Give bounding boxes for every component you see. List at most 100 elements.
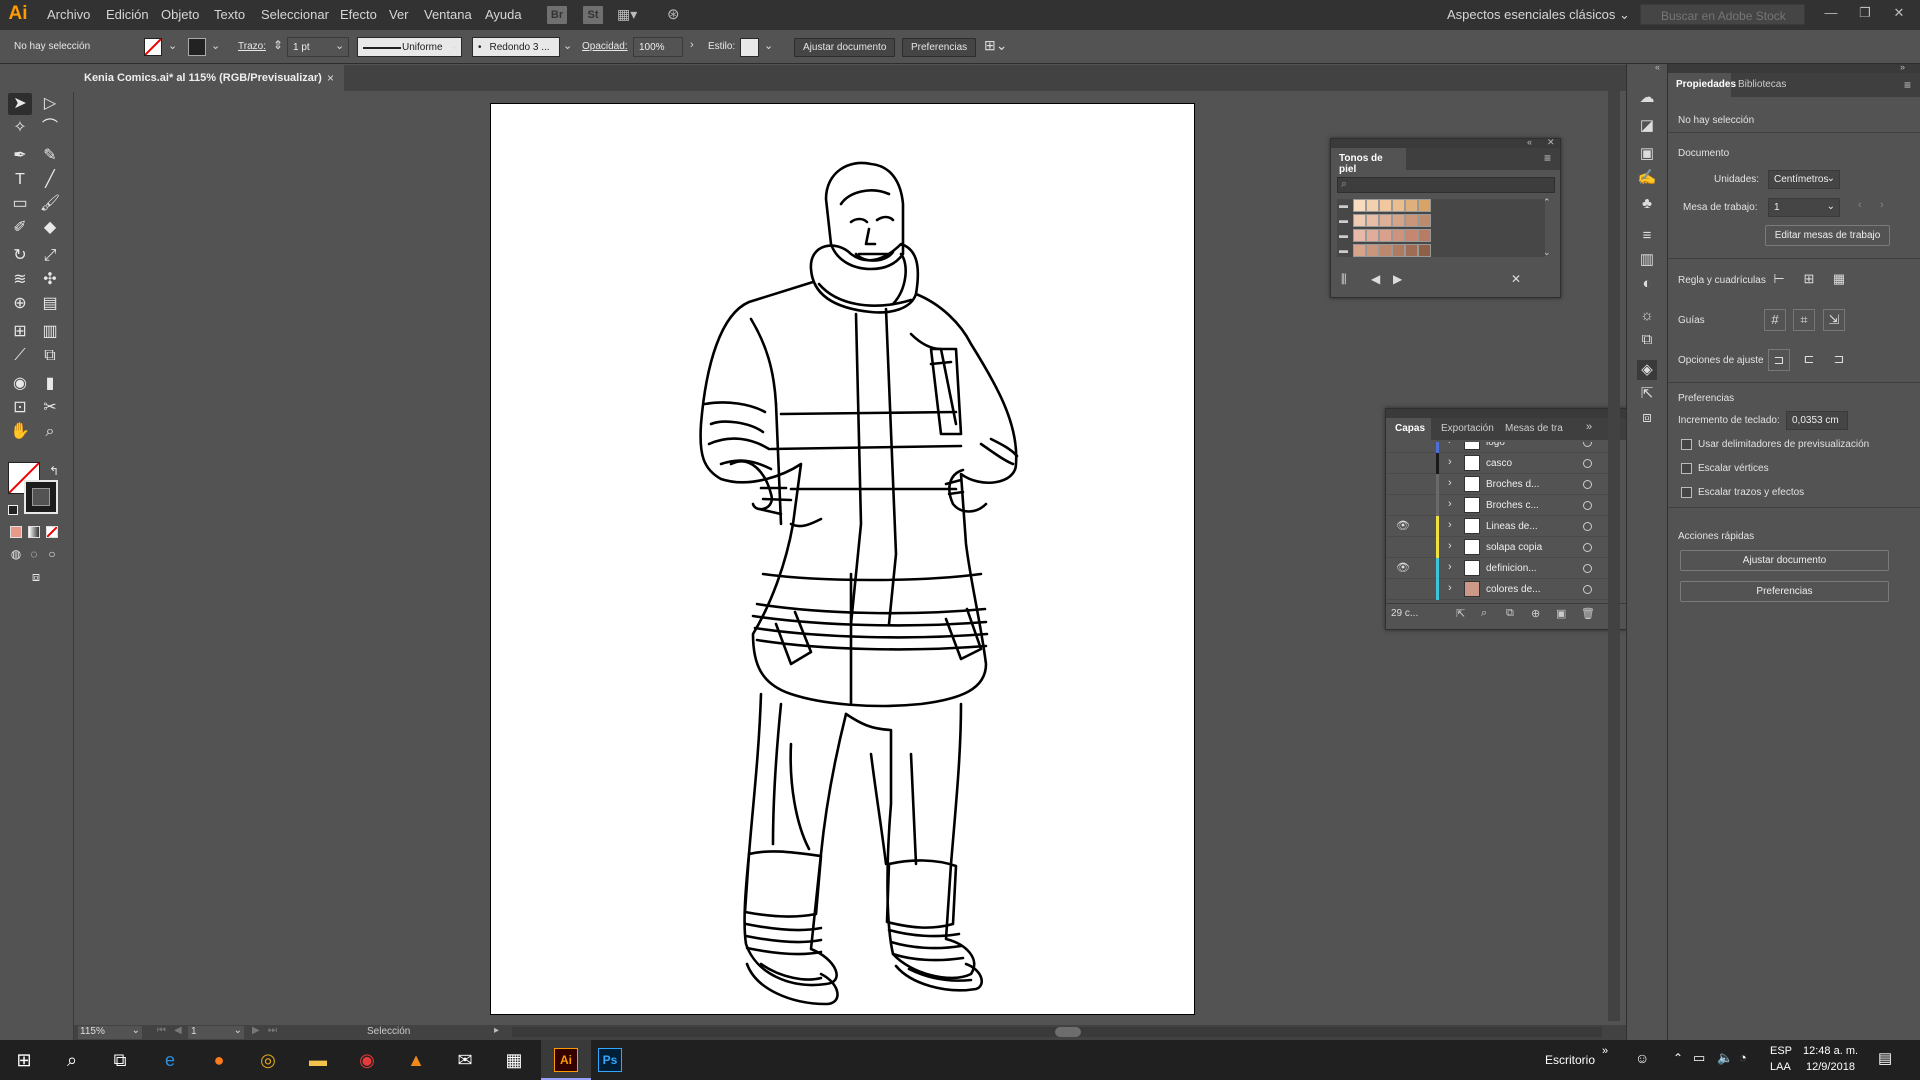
restore-icon[interactable]: ❐	[1850, 3, 1880, 25]
expand-icon[interactable]: ›	[1448, 540, 1452, 552]
photoshop-icon[interactable]: Ps	[598, 1048, 622, 1072]
expand-icon[interactable]: ›	[1448, 498, 1452, 510]
skin-swatch[interactable]	[1353, 229, 1366, 242]
stepper-icon[interactable]: ⇕	[273, 38, 283, 52]
panel-menu-icon[interactable]: ≡	[1904, 78, 1911, 92]
swatch-search-input[interactable]: ⌕	[1337, 177, 1555, 193]
magic-wand-tool-icon[interactable]: ✧	[8, 117, 32, 139]
stock-button[interactable]: St	[583, 6, 603, 24]
color-mode-icon[interactable]	[10, 526, 22, 538]
paintbrush-tool-icon[interactable]: 🖌	[38, 193, 62, 215]
skin-swatch[interactable]	[1418, 244, 1431, 257]
target-icon[interactable]	[1583, 459, 1592, 468]
artboards-icon[interactable]: ▣	[1637, 144, 1657, 164]
battery-icon[interactable]: ▭	[1693, 1050, 1705, 1066]
skin-swatch[interactable]	[1353, 199, 1366, 212]
skin-swatch[interactable]	[1379, 199, 1392, 212]
mesh-tool-icon[interactable]: ⊞	[8, 321, 32, 343]
taskbar-illustrator[interactable]: Ai	[541, 1040, 591, 1080]
skin-swatch[interactable]	[1418, 229, 1431, 242]
export-icon[interactable]: ⇱	[1456, 607, 1465, 620]
menu-archivo[interactable]: Archivo	[47, 7, 90, 22]
chevron-right-icon[interactable]: ›	[690, 39, 694, 51]
skin-swatch[interactable]	[1392, 199, 1405, 212]
hand-tool-icon[interactable]: ✋	[8, 421, 32, 443]
zoom-tool-icon[interactable]: ⌕	[38, 421, 62, 443]
show-guides-icon[interactable]: #	[1764, 309, 1786, 331]
arrange-documents-icon[interactable]: ▦▾	[617, 6, 637, 23]
tab-skin-tones[interactable]: Tonos de piel	[1331, 148, 1406, 175]
appearance-icon[interactable]: ☼	[1637, 306, 1657, 326]
clipping-mask-icon[interactable]: ⧉	[1506, 607, 1514, 620]
scroll-down-icon[interactable]: ⌄	[1543, 247, 1551, 258]
rotate-tool-icon[interactable]: ↻	[8, 245, 32, 267]
layer-row[interactable]: › casco	[1386, 453, 1608, 474]
artboard-tool-icon[interactable]: ⊡	[8, 397, 32, 419]
blend-tool-icon[interactable]: ⧉	[38, 345, 62, 367]
swatch-group-folder-icon[interactable]: ▬	[1339, 215, 1348, 225]
tab-libraries[interactable]: Bibliotecas	[1738, 79, 1786, 90]
scale-strokes-checkbox[interactable]	[1681, 487, 1692, 498]
vlc-icon[interactable]: ▲	[404, 1048, 428, 1072]
skin-swatch[interactable]	[1392, 214, 1405, 227]
smart-guides-icon[interactable]: ⇲	[1823, 309, 1845, 331]
shaper-tool-icon[interactable]: ✐	[8, 217, 32, 239]
target-icon[interactable]	[1583, 522, 1592, 531]
artboards-list-icon[interactable]: ⧈	[1637, 408, 1657, 428]
selection-tool-icon[interactable]: ➤	[8, 93, 32, 115]
graphic-style-swatch[interactable]	[740, 38, 759, 57]
zoom-dropdown[interactable]: 115% ⌄	[78, 1025, 142, 1039]
chevron-down-icon[interactable]: ⌄	[450, 39, 459, 52]
close-tab-icon[interactable]: ×	[327, 71, 334, 85]
scale-tool-icon[interactable]: ⤢	[38, 245, 62, 267]
close-icon[interactable]: ✕	[1884, 3, 1914, 25]
menu-efecto[interactable]: Efecto	[340, 7, 377, 22]
none-mode-icon[interactable]	[46, 526, 58, 538]
media-player-icon[interactable]: ◉	[355, 1048, 379, 1072]
target-icon[interactable]	[1583, 501, 1592, 510]
skin-swatch[interactable]	[1366, 229, 1379, 242]
delete-swatch-icon[interactable]: ✕	[1511, 272, 1521, 286]
status-menu-icon[interactable]: ▸	[494, 1025, 499, 1036]
artboard-dropdown[interactable]: 1 ⌄	[1768, 198, 1840, 217]
preferences-button[interactable]: Preferencias	[902, 38, 977, 57]
clock-date[interactable]: 12/9/2018	[1806, 1061, 1855, 1073]
asset-export-icon[interactable]: ⇱	[1637, 384, 1657, 404]
tab-properties[interactable]: Propiedades	[1676, 79, 1736, 90]
symbols-icon[interactable]: ♣	[1637, 194, 1657, 214]
expand-icon[interactable]: ›	[1448, 582, 1452, 594]
chevron-down-icon[interactable]: ⌄	[563, 39, 572, 52]
skin-swatch[interactable]	[1366, 244, 1379, 257]
chevron-down-icon[interactable]: ⌄	[764, 39, 773, 52]
rectangle-tool-icon[interactable]: ▭	[8, 193, 32, 215]
expand-icon[interactable]: ›	[1448, 477, 1452, 489]
lock-guides-icon[interactable]: ⌗	[1793, 309, 1815, 331]
stroke-panel-icon[interactable]: ≡	[1637, 226, 1657, 246]
first-artboard-icon[interactable]: ⏮	[157, 1025, 166, 1036]
preferences-button[interactable]: Preferencias	[1680, 581, 1889, 602]
layer-row[interactable]: 👁 › Lineas de...	[1386, 516, 1608, 537]
lasso-tool-icon[interactable]: ⌒	[38, 117, 62, 139]
target-icon[interactable]	[1583, 564, 1592, 573]
default-colors-icon[interactable]	[8, 505, 18, 515]
trash-icon[interactable]: 🗑	[1581, 607, 1595, 620]
last-artboard-icon[interactable]: ⏭	[268, 1025, 277, 1036]
skin-swatch[interactable]	[1366, 199, 1379, 212]
snap-to-pixel-icon[interactable]: ⊐	[1828, 349, 1850, 371]
workspace-switcher[interactable]: Aspectos esenciales clásicos ⌄	[1447, 7, 1630, 23]
swatch-group-folder-icon[interactable]: ▬	[1339, 245, 1348, 255]
swap-colors-icon[interactable]: ↰	[42, 460, 66, 482]
collapse-icon[interactable]: »	[1900, 62, 1905, 72]
eraser-tool-icon[interactable]: ◆	[38, 217, 62, 239]
edge-icon[interactable]: e	[158, 1048, 182, 1072]
skin-swatch[interactable]	[1405, 244, 1418, 257]
more-tabs-icon[interactable]: »	[1586, 421, 1592, 433]
language-indicator[interactable]: ESP	[1770, 1045, 1792, 1057]
target-icon[interactable]	[1583, 585, 1592, 594]
previous-library-icon[interactable]: ◀	[1371, 272, 1380, 286]
slice-tool-icon[interactable]: ✂	[38, 397, 62, 419]
new-sublayer-icon[interactable]: ⊕	[1531, 607, 1540, 620]
close-panel-icon[interactable]: ✕	[1547, 137, 1555, 148]
edit-artboards-button[interactable]: Editar mesas de trabajo	[1765, 225, 1890, 246]
menu-objeto[interactable]: Objeto	[161, 7, 199, 22]
